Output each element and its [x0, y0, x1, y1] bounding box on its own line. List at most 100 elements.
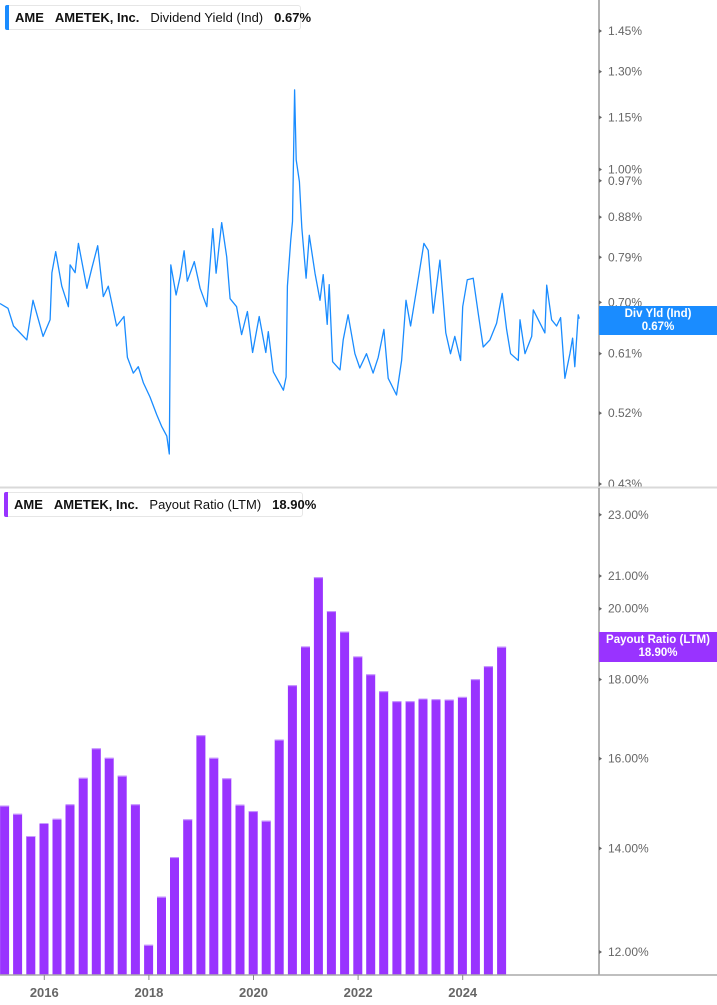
payout-bar [170, 857, 179, 975]
payout-bar [483, 666, 493, 975]
payout-bar-top-edge [379, 691, 389, 693]
x-axis: 2016 2018 2020 2022 2024 [0, 974, 717, 1000]
payout-bar-top-edge [444, 699, 454, 701]
payout-bar-top-edge [13, 813, 23, 815]
y-tick-mark [599, 573, 602, 578]
y-tick-mark [599, 411, 602, 416]
y-tick-mark [599, 255, 602, 260]
payout-bar [457, 696, 467, 975]
dividend-yield-plot [0, 89, 580, 455]
payout-bar-top-edge [222, 778, 232, 780]
payout-bar-top-edge [497, 646, 507, 648]
payout-bar [301, 646, 310, 975]
payout-bar-top-edge [457, 696, 467, 698]
payout-bar-top-edge [340, 631, 350, 633]
payout-ratio-value-badge: Payout Ratio (LTM) 18.90% [599, 632, 717, 662]
x-tick-label: 2018 [134, 985, 163, 1000]
payout-bar [183, 819, 193, 975]
legend-ticker: AME [15, 10, 44, 25]
payout-bar [418, 698, 428, 975]
payout-bar-top-edge [326, 611, 336, 613]
payout-bar-top-edge [52, 818, 62, 820]
payout-bar [248, 811, 258, 975]
payout-ratio-y-axis: 23.00% 21.00% 20.00% 18.00% 16.00% 14.00% 12.0… [598, 488, 649, 975]
payout-bar [470, 679, 480, 975]
payout-bar [157, 896, 166, 975]
dividend-yield-value-badge: Div Yld (Ind) 0.67% [599, 306, 717, 335]
y-tick-label: 16.00% [608, 752, 649, 766]
y-tick-mark [599, 178, 602, 183]
y-tick-label: 1.30% [608, 65, 642, 79]
payout-bar [379, 691, 389, 975]
y-tick-mark [599, 115, 602, 120]
payout-bar-top-edge [248, 811, 258, 813]
y-tick-mark [599, 215, 602, 220]
y-tick-label: 0.43% [608, 477, 642, 491]
payout-bar [130, 804, 140, 975]
payout-bar-top-edge [104, 757, 114, 759]
legend-company: AMETEK, Inc. [54, 10, 140, 25]
payout-bar-top-edge [431, 699, 441, 701]
payout-bar-top-edge [130, 804, 140, 806]
payout-bar-top-edge [261, 820, 271, 822]
payout-bar-top-edge [353, 656, 363, 658]
payout-ratio-plot [0, 577, 507, 975]
dividend-yield-y-axis: 1.45%1.30%1.15%1.00%0.97%0.88%0.79%0.70%… [598, 0, 642, 491]
payout-bar-top-edge [183, 819, 193, 821]
y-tick-mark [599, 28, 602, 33]
payout-bar-top-edge [144, 944, 154, 946]
legend-metric: Dividend Yield (Ind) [150, 10, 264, 25]
payout-bar [0, 805, 10, 975]
y-tick-label: 0.97% [608, 174, 642, 188]
y-tick-mark [599, 167, 602, 172]
payout-bar-top-edge [209, 757, 219, 759]
y-tick-mark [599, 69, 602, 74]
payout-bar [405, 701, 415, 975]
payout-bar [209, 757, 219, 975]
y-tick-label: 12.00% [608, 945, 649, 959]
y-tick-mark [599, 677, 602, 682]
series-color-swatch [4, 492, 8, 517]
payout-bar [444, 699, 454, 975]
y-tick-label: 1.45% [608, 24, 642, 38]
payout-bar-top-edge [78, 777, 88, 779]
y-tick-mark [599, 756, 602, 761]
badge-value: 18.90% [638, 647, 678, 659]
payout-bar-top-edge [301, 646, 310, 648]
payout-bar [13, 813, 23, 975]
payout-bar [261, 820, 271, 975]
payout-bar-top-edge [196, 735, 206, 737]
payout-bar-top-edge [0, 805, 10, 807]
payout-bar [340, 631, 350, 975]
y-tick-mark [599, 512, 602, 517]
badge-label: Div Yld (Ind) [624, 308, 692, 320]
x-tick-label: 2016 [30, 985, 59, 1000]
payout-bar [313, 577, 323, 975]
y-tick-label: 0.79% [608, 250, 642, 264]
y-tick-label: 0.52% [608, 406, 642, 420]
series-color-swatch [5, 5, 9, 30]
payout-bar [287, 685, 297, 975]
payout-bar-top-edge [470, 679, 480, 681]
payout-bar-top-edge [157, 896, 166, 898]
y-tick-label: 1.15% [608, 110, 642, 124]
y-tick-mark [599, 606, 602, 611]
payout-bar [222, 778, 232, 975]
y-tick-label: 0.88% [608, 210, 642, 224]
payout-bar [196, 735, 206, 975]
y-tick-mark [599, 351, 602, 356]
y-tick-mark [599, 846, 602, 851]
badge-label: Payout Ratio (LTM) [606, 634, 710, 646]
dividend-yield-line [0, 89, 580, 455]
payout-bar [26, 836, 36, 975]
payout-ratio-legend[interactable]: AME AMETEK, Inc. Payout Ratio (LTM) 18.9… [4, 492, 316, 517]
legend-company: AMETEK, Inc. [53, 497, 139, 512]
payout-bar-top-edge [39, 823, 49, 824]
dividend-yield-legend[interactable]: AME AMETEK, Inc. Dividend Yield (Ind) 0.… [5, 5, 311, 30]
payout-bar-top-edge [287, 685, 297, 687]
legend-value: 18.90% [272, 497, 317, 512]
payout-bar [78, 777, 88, 975]
payout-bar [104, 757, 114, 975]
payout-bar-top-edge [170, 857, 179, 859]
y-tick-mark [599, 300, 602, 305]
